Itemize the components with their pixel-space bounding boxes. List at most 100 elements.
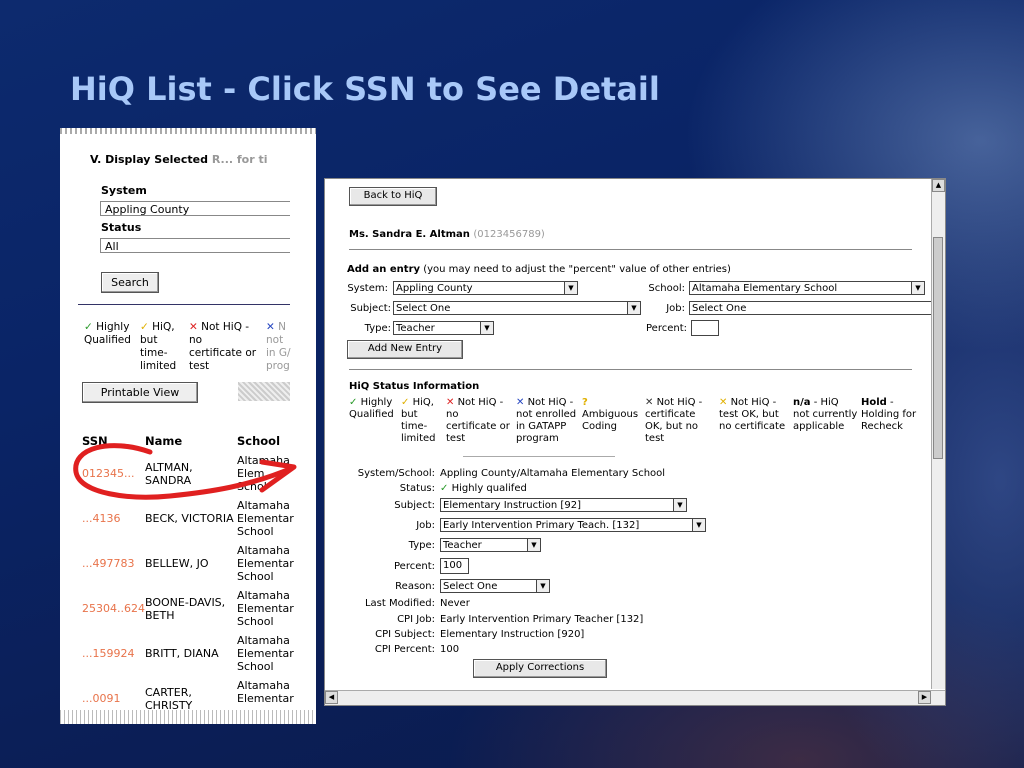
ssn-link[interactable]: ...497783	[82, 557, 134, 570]
hiq-detail-panel: Back to HiQ Ms. Sandra E. Altman (012345…	[324, 178, 946, 706]
school-header[interactable]: School	[237, 434, 280, 448]
status-label: Status	[101, 221, 142, 234]
chevron-down-icon: ▼	[627, 302, 640, 314]
ssn-header[interactable]: SSN	[82, 434, 108, 448]
system-school-value: Appling County/Altamaha Elementary Schoo…	[440, 468, 666, 479]
legend-not-hiq-no-cert: ✕ Not HiQ - no certificate or test	[446, 397, 510, 444]
detail-type-select[interactable]: Teacher ▼	[440, 538, 541, 552]
scroll-up-icon[interactable]: ▲	[932, 179, 945, 192]
horizontal-scrollbar[interactable]: ◀ ▶	[325, 690, 945, 705]
legend-hiq-time-limited: ✓ HiQ, but time-limited	[401, 397, 436, 444]
name-cell: BECK, VICTORIA	[145, 512, 234, 525]
system-field[interactable]: Appling County	[100, 201, 290, 216]
type-label: Type:	[364, 323, 391, 334]
add-entry-heading: Add an entry (you may need to adjust the…	[347, 264, 731, 275]
percent-label: Percent:	[394, 561, 435, 572]
detail-percent-field[interactable]: 100	[440, 558, 469, 574]
chevron-down-icon: ▼	[911, 282, 924, 294]
name-header[interactable]: Name	[145, 434, 182, 448]
percent-field[interactable]	[691, 320, 719, 336]
cpi-job-value: Early Intervention Primary Teacher [132]	[440, 614, 644, 625]
scroll-thumb[interactable]	[933, 237, 943, 459]
apply-corrections-button[interactable]: Apply Corrections	[473, 659, 607, 678]
legend-test-no-cert: ✕ Not HiQ - test OK, but no certificate	[719, 397, 786, 432]
divider	[78, 304, 290, 305]
ssn-link[interactable]: 012345...	[82, 467, 134, 480]
check-icon: ✓	[140, 321, 149, 333]
job-label: Job:	[666, 303, 685, 314]
add-new-entry-button[interactable]: Add New Entry	[347, 340, 463, 359]
vertical-scrollbar[interactable]: ▲	[931, 179, 945, 689]
legend-highly-qualified: ✓ Highly Qualified	[349, 397, 394, 420]
name-cell: BRITT, DIANA	[145, 647, 219, 660]
school-select[interactable]: Altamaha Elementary School ▼	[689, 281, 925, 295]
ssn-link[interactable]: ...159924	[82, 647, 134, 660]
cropped-edge	[60, 710, 316, 724]
subject-label: Subject:	[394, 500, 435, 511]
type-label: Type:	[408, 540, 435, 551]
blurred-button[interactable]	[238, 382, 290, 401]
person-name: Ms. Sandra E. Altman (0123456789)	[349, 229, 545, 240]
last-modified-label: Last Modified:	[364, 598, 435, 609]
legend-ambiguous: ? Ambiguous Coding	[582, 397, 639, 432]
scroll-left-icon[interactable]: ◀	[325, 691, 338, 704]
legend-hiq-time-limited: ✓ HiQ, but time- limited	[140, 321, 177, 372]
x-icon: ✕	[189, 321, 198, 333]
section-title: V. Display Selected R... for ti	[90, 153, 268, 166]
reason-select[interactable]: Select One ▼	[440, 579, 550, 593]
legend-highly-qualified: ✓ Highly Qualified	[84, 321, 131, 346]
divider	[349, 249, 912, 250]
ssn-link[interactable]: 25304..624	[82, 602, 145, 615]
type-select[interactable]: Teacher ▼	[393, 321, 494, 335]
legend-not-enrolled: ✕ N not in G/ prog	[266, 321, 291, 372]
x-icon: ✕	[645, 397, 654, 408]
hiq-status-heading: HiQ Status Information	[349, 381, 480, 392]
legend-cert-no-test: ✕ Not HiQ - certificate OK, but no test	[645, 397, 703, 444]
job-select[interactable]: Select One	[689, 301, 934, 315]
legend-not-enrolled: ✕ Not HiQ - not enrolled in GATAPP program	[516, 397, 577, 444]
detail-job-select[interactable]: Early Intervention Primary Teach. [132] ▼	[440, 518, 706, 532]
back-to-hiq-button[interactable]: Back to HiQ	[349, 187, 437, 206]
reason-label: Reason:	[395, 581, 435, 592]
name-cell: BELLEW, JO	[145, 557, 209, 570]
check-icon: ✓	[84, 321, 93, 333]
cpi-subject-value: Elementary Instruction [920]	[440, 629, 585, 640]
question-icon: ?	[582, 397, 588, 408]
x-icon: ✕	[266, 321, 275, 333]
system-select[interactable]: Appling County ▼	[393, 281, 578, 295]
divider	[463, 456, 615, 457]
name-cell: ALTMAN, SANDRA	[145, 461, 193, 487]
legend-hold: Hold - Holding for Recheck	[861, 397, 917, 432]
ssn-link[interactable]: ...0091	[82, 692, 120, 705]
system-label: System:	[347, 283, 388, 294]
school-cell: Altamaha Elementar School	[237, 589, 294, 628]
school-cell: Altamaha Elementar School	[237, 544, 294, 583]
ssn-link[interactable]: ...4136	[82, 512, 120, 525]
cpi-subject-label: CPI Subject:	[375, 629, 435, 640]
detail-subject-select[interactable]: Elementary Instruction [92] ▼	[440, 498, 687, 512]
legend-na: n/a - HiQ not currently applicable	[793, 397, 858, 432]
status-field[interactable]: All	[100, 238, 290, 253]
school-cell: Altamaha Elementar	[237, 679, 294, 705]
x-icon: ✕	[719, 397, 728, 408]
chevron-down-icon: ▼	[536, 580, 549, 592]
legend-not-hiq-no-cert: ✕ Not HiQ - no certificate or test	[189, 321, 257, 372]
check-icon: ✓	[401, 397, 410, 408]
school-cell: Altamaha Elementar School	[237, 499, 294, 538]
search-button[interactable]: Search	[101, 272, 159, 293]
check-icon: ✓	[349, 397, 358, 408]
chevron-down-icon: ▼	[673, 499, 686, 511]
chevron-down-icon: ▼	[692, 519, 705, 531]
subject-select[interactable]: Select One ▼	[393, 301, 641, 315]
system-school-label: System/School:	[357, 468, 435, 479]
chevron-down-icon: ▼	[480, 322, 493, 334]
scroll-right-icon[interactable]: ▶	[918, 691, 931, 704]
cpi-percent-value: 100	[440, 644, 460, 655]
job-label: Job:	[416, 520, 435, 531]
slide-title: HiQ List - Click SSN to See Detail	[70, 70, 660, 108]
x-icon: ✕	[516, 397, 525, 408]
cpi-percent-label: CPI Percent:	[374, 644, 435, 655]
cropped-edge	[60, 128, 316, 134]
printable-view-button[interactable]: Printable View	[82, 382, 198, 403]
x-icon: ✕	[446, 397, 455, 408]
